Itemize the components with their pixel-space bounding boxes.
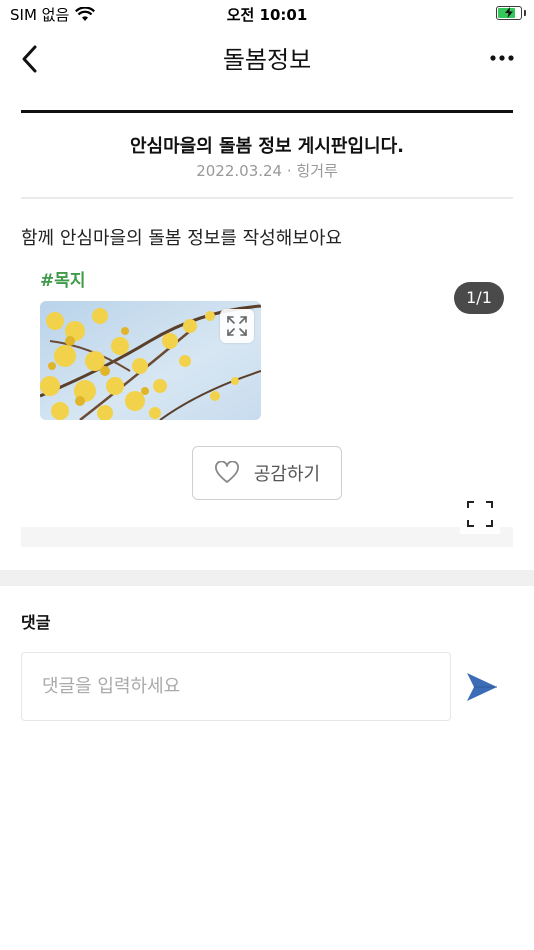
more-button[interactable] <box>490 50 514 64</box>
post-tag[interactable]: #목지 <box>40 266 86 291</box>
section-divider <box>0 570 534 586</box>
fullscreen-icon <box>467 501 493 527</box>
image-counter: 1/1 <box>454 282 504 314</box>
like-button[interactable]: 공감하기 <box>192 446 342 500</box>
comment-input[interactable] <box>21 652 451 721</box>
like-label: 공감하기 <box>253 464 321 485</box>
send-button[interactable] <box>462 667 502 707</box>
status-bar: SIM 없음 오전 10:01 <box>0 0 534 28</box>
heart-icon <box>214 461 239 483</box>
battery-cap <box>524 10 526 16</box>
expand-icon <box>227 316 247 336</box>
battery-charging-icon <box>496 6 522 20</box>
header-divider <box>21 110 513 113</box>
post-body: 함께 안심마을의 돌봄 정보를 작성해보아요 <box>21 228 342 249</box>
expand-image-button[interactable] <box>220 309 254 343</box>
meta-divider <box>21 197 513 199</box>
send-icon <box>467 673 497 701</box>
fullscreen-button[interactable] <box>460 494 500 534</box>
more-horizontal-icon <box>490 55 514 61</box>
page-title: 돌봄정보 <box>222 46 312 74</box>
clock: 오전 10:01 <box>226 6 308 24</box>
post-title: 안심마을의 돌봄 정보 게시판입니다. <box>129 136 405 157</box>
post-meta: 2022.03.24 · 힝거루 <box>196 162 338 180</box>
post-footer-strip <box>21 527 513 547</box>
comments-heading: 댓글 <box>21 613 51 632</box>
